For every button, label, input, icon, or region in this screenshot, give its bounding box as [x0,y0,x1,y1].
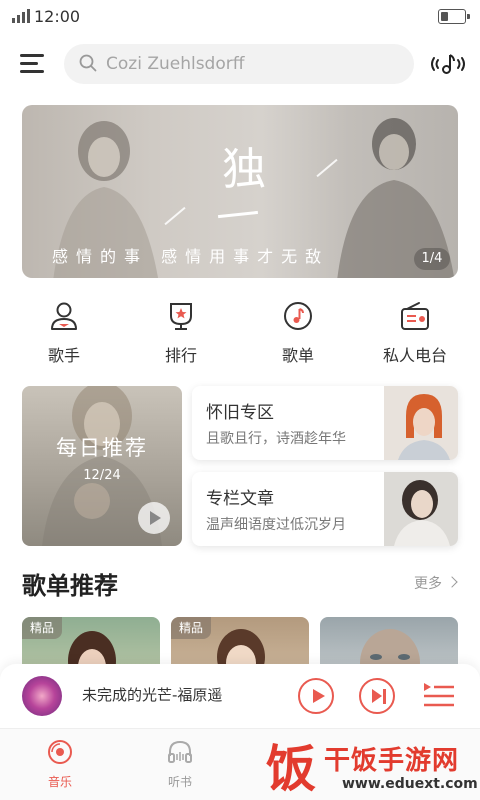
more-link[interactable]: 更多 [414,573,442,593]
ranking-icon [170,303,192,330]
nav-label: 歌手 [47,346,80,365]
tab-label: 音乐 [47,775,72,789]
nav-playlist[interactable]: 歌单 [248,300,348,370]
next-track-button[interactable] [359,678,395,714]
promo-banner[interactable]: 独 感情的事 感情用事才无敌 1/4 [22,105,458,278]
svg-text:饭: 饭 [266,740,316,794]
signal-icon [12,9,30,23]
watermark-url: www.eduext.com [342,776,478,792]
card-subtitle: 温声细语度过低沉岁月 [206,517,346,533]
search-input[interactable] [106,44,396,84]
mini-player[interactable]: 未完成的光芒-福原遥 [0,664,480,728]
premium-badge: 精品 [171,617,212,639]
premium-badge: 精品 [22,617,63,639]
album-art[interactable] [22,676,62,716]
nav-radio[interactable]: 私人电台 [365,300,465,370]
nav-label: 歌单 [281,346,314,365]
tab-label: 听书 [167,775,192,789]
music-disc-icon [48,740,72,764]
playlist-icon [284,302,312,330]
singer-icon [51,302,77,330]
banner-dash [217,210,259,219]
tab-music[interactable]: 音乐 [25,739,95,790]
search-icon [79,54,97,72]
nostalgia-card[interactable]: 怀旧专区 且歌且行，诗酒趁年华 [192,386,458,460]
daily-title: 每日推荐 [56,436,148,460]
daily-date: 12/24 [83,468,121,483]
nav-label: 排行 [164,346,197,365]
headphones-icon [168,740,192,763]
section-title: 歌单推荐 [22,572,118,600]
now-playing-title: 未完成的光芒-福原遥 [82,686,223,704]
nav-label: 私人电台 [382,346,447,365]
daily-recommend-card[interactable]: 每日推荐 12/24 [22,386,182,546]
card-title: 怀旧专区 [206,403,274,423]
status-time: 12:00 [34,7,81,26]
battery-icon [438,9,470,24]
banner-pager: 1/4 [414,248,450,270]
play-icon[interactable] [138,502,170,534]
banner-caption: 感情的事 感情用事才无敌 [52,247,330,266]
search-bar[interactable] [64,44,414,84]
nav-ranking[interactable]: 排行 [131,300,231,370]
banner-title: 独 [222,144,266,195]
nostalgia-thumbnail [384,386,458,460]
column-articles-card[interactable]: 专栏文章 温声细语度过低沉岁月 [192,472,458,546]
card-subtitle: 且歌且行，诗酒趁年华 [206,431,346,447]
radio-icon [401,302,429,330]
status-bar: 12:00 [0,0,480,34]
watermark-name: 干饭手游网 [324,746,460,776]
playlist-queue-icon[interactable] [422,680,456,710]
column-thumbnail [384,472,458,546]
watermark: 饭 干饭手游网 www.eduext.com [258,732,480,798]
watermark-logo: 饭 [266,740,316,794]
nav-singer[interactable]: 歌手 [14,300,114,370]
hamburger-menu-icon[interactable] [20,54,44,74]
card-title: 专栏文章 [206,489,274,509]
music-recognition-icon[interactable] [428,50,468,78]
tab-audiobook[interactable]: 听书 [145,739,215,790]
play-button[interactable] [298,678,334,714]
chevron-right-icon[interactable] [446,576,458,588]
